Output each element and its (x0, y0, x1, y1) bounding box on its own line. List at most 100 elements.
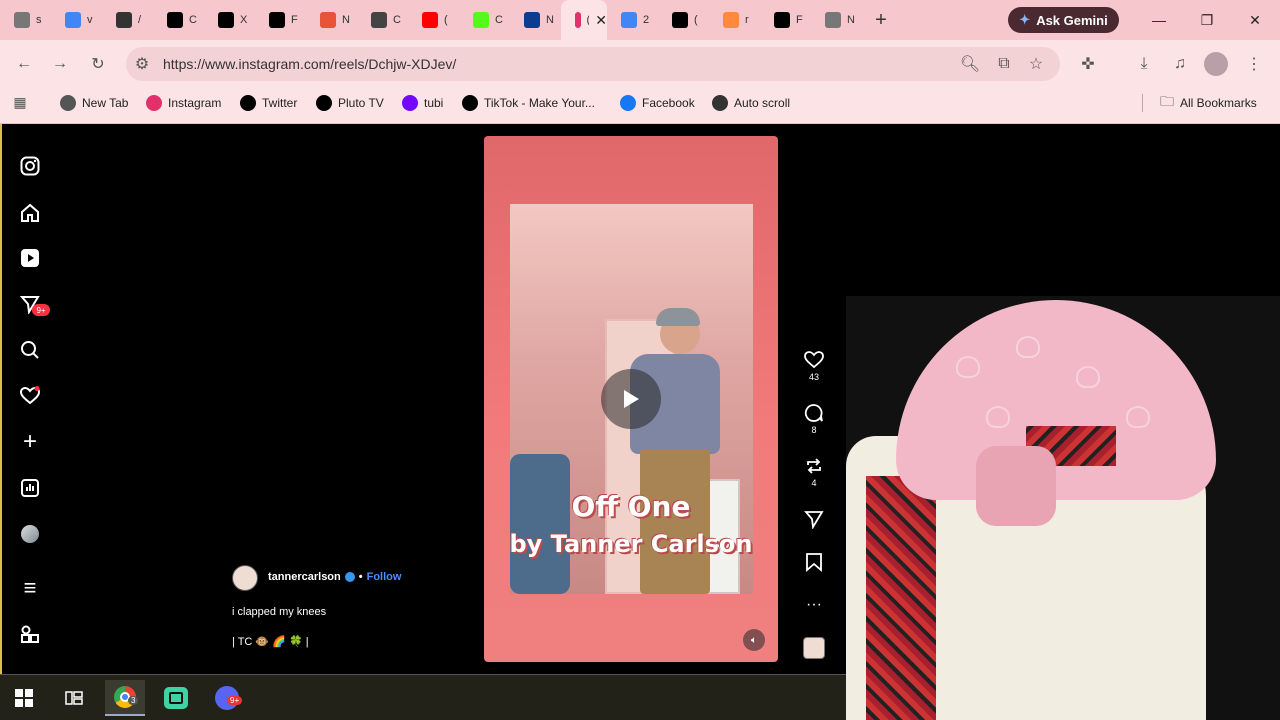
bookmark-item[interactable]: tubi (402, 94, 443, 112)
bookmark-star-icon[interactable]: ☆ (1024, 52, 1048, 76)
restore-button[interactable]: ❐ (1184, 0, 1230, 40)
hood-heart (1126, 406, 1150, 428)
tubi-icon (402, 95, 418, 111)
tab-title: F (291, 14, 298, 26)
browser-tab[interactable]: F (255, 0, 306, 40)
browser-tab[interactable]: N (811, 0, 862, 40)
back-icon[interactable]: ← (12, 52, 36, 76)
browser-tab[interactable]: ( (658, 0, 709, 40)
folder-icon: 🗀 (1160, 93, 1174, 109)
install-app-icon[interactable]: ⧉ (992, 52, 1016, 76)
x-icon (218, 12, 234, 28)
tab-title: C (393, 14, 401, 26)
new-tab-button[interactable]: + (866, 5, 896, 35)
reload-icon[interactable]: ↻ (86, 52, 110, 76)
more-menu-icon[interactable]: ≡ (18, 575, 42, 600)
all-bookmarks-label: All Bookmarks (1180, 96, 1257, 110)
twitch-taskbar-icon[interactable] (156, 680, 196, 716)
tab-title: 2 (643, 14, 650, 26)
menu-icon[interactable]: ⋮ (1242, 52, 1266, 76)
profile-avatar[interactable] (1204, 52, 1228, 76)
instagram-icon (575, 12, 581, 28)
repost-button[interactable]: 4 (802, 456, 826, 488)
media-control-icon[interactable]: ♫ (1168, 52, 1192, 76)
more-options-icon[interactable]: ··· (802, 596, 826, 614)
browser-tab[interactable]: N (510, 0, 561, 40)
profile-avatar-icon[interactable] (18, 522, 42, 546)
home-icon[interactable] (18, 201, 42, 225)
browser-tab[interactable]: (✕ (561, 0, 607, 40)
browser-tab[interactable]: ( (408, 0, 459, 40)
all-bookmarks[interactable]: 🗀 All Bookmarks (1160, 93, 1257, 112)
dashboard-icon[interactable] (18, 476, 42, 500)
browser-tab[interactable]: F (760, 0, 811, 40)
also-from-meta-icon[interactable] (18, 622, 42, 646)
bookmark-label: Twitter (262, 96, 298, 110)
save-button[interactable] (802, 552, 826, 572)
browser-tab[interactable]: X (204, 0, 255, 40)
close-window-button[interactable]: ✕ (1232, 0, 1278, 40)
close-tab-icon[interactable]: ✕ (595, 12, 607, 29)
mute-icon[interactable]: 🔈︎ (743, 629, 765, 651)
notifications-heart-icon[interactable] (18, 384, 42, 408)
bookmark-item[interactable]: Auto scroll (712, 94, 790, 112)
bookmark-item[interactable]: Pluto TV (316, 94, 384, 112)
repost-count: 4 (811, 478, 817, 488)
browser-tab[interactable]: C (357, 0, 408, 40)
tab-title: F (796, 14, 803, 26)
create-plus-icon[interactable]: + (18, 428, 42, 455)
reel-video-card[interactable]: Off One by Tanner Carlson 🔈︎ (484, 136, 778, 662)
bookmark-label: Auto scroll (734, 96, 791, 110)
browser-tab[interactable]: s (0, 0, 51, 40)
browser-tab[interactable]: 2 (607, 0, 658, 40)
author-avatar[interactable] (232, 565, 258, 591)
share-button[interactable] (802, 509, 826, 529)
browser-tab[interactable]: r (709, 0, 760, 40)
bookmark-item[interactable]: Facebook (620, 94, 695, 112)
browser-tab[interactable]: C (459, 0, 510, 40)
hood-heart (956, 356, 980, 378)
tab-title: ( (694, 14, 698, 26)
facebook-icon (620, 95, 636, 111)
reels-icon[interactable] (18, 246, 42, 270)
ask-gemini-button[interactable]: ✦ Ask Gemini (1008, 7, 1119, 33)
extensions-icon[interactable]: ✜ (1076, 52, 1100, 76)
scene-person-cap (656, 308, 700, 326)
author-username[interactable]: tannercarlson (268, 571, 341, 583)
search-icon[interactable] (18, 338, 42, 362)
browser-tab[interactable]: N (306, 0, 357, 40)
apps-grid-icon[interactable]: ▦ (8, 90, 32, 114)
forward-icon[interactable]: → (48, 52, 72, 76)
instagram-logo-icon[interactable] (18, 154, 42, 178)
minimize-button[interactable]: — (1136, 0, 1182, 40)
audio-thumbnail[interactable] (802, 637, 826, 659)
bookmark-item[interactable]: Twitter (240, 94, 297, 112)
follow-button[interactable]: Follow (367, 571, 402, 583)
windows-start-icon[interactable] (4, 680, 44, 716)
site-info-icon[interactable]: ⚙ (130, 52, 154, 76)
google-icon (65, 12, 81, 28)
play-icon (624, 390, 639, 408)
browser-tab[interactable]: / (102, 0, 153, 40)
browser-tab[interactable]: C (153, 0, 204, 40)
play-button[interactable] (601, 369, 661, 429)
bookmark-item[interactable]: Instagram (146, 94, 221, 112)
webcam-plaid (866, 476, 936, 720)
bookmark-item[interactable]: TikTok - Make Your... (462, 94, 595, 112)
bookmark-item[interactable]: New Tab (60, 94, 128, 112)
url-text[interactable]: https://www.instagram.com/reels/Dchjw-XD… (163, 56, 456, 72)
chrome-window-count: 3 (128, 696, 139, 705)
comment-button[interactable]: 8 (802, 403, 826, 435)
task-view-icon[interactable] (54, 680, 94, 716)
downloads-icon[interactable]: ⤓ (1132, 52, 1156, 76)
discord-taskbar-icon[interactable]: 9+ (207, 680, 247, 716)
hood-heart (1016, 336, 1040, 358)
chrome-taskbar-icon[interactable]: 3 (105, 680, 145, 716)
zoom-icon[interactable]: 🔍︎ (958, 52, 982, 76)
ars-icon (320, 12, 336, 28)
like-button[interactable]: 43 (802, 350, 826, 382)
tab-list: sv/CXFNC(CN(✕2(rFN (0, 0, 862, 40)
hood-heart (1076, 366, 1100, 388)
browser-tab[interactable]: v (51, 0, 102, 40)
tab-title: N (342, 14, 350, 26)
